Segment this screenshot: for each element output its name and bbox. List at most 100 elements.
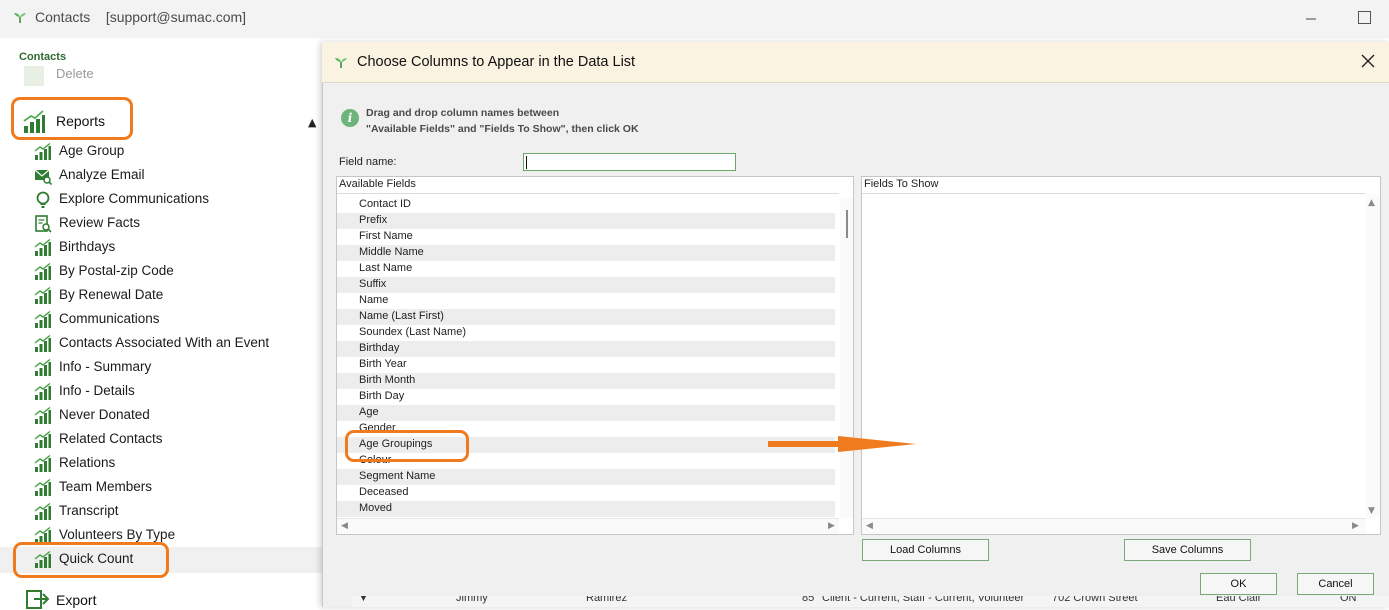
report-item-label: Analyze Email	[59, 167, 145, 182]
report-item-label: Volunteers By Type	[59, 527, 176, 542]
field-row-label: Soundex (Last Name)	[359, 326, 466, 338]
field-row-label: Name	[359, 294, 389, 306]
field-row[interactable]: Age	[337, 405, 835, 421]
reports-highlight	[11, 97, 133, 140]
bar-chart-icon	[34, 455, 51, 472]
report-item[interactable]: Info - Summary	[34, 356, 320, 380]
close-icon[interactable]	[1360, 53, 1376, 69]
bar-chart-icon	[34, 479, 51, 496]
export-action[interactable]: Export	[56, 592, 96, 608]
report-item[interactable]: Info - Details	[34, 380, 320, 404]
save-columns-button[interactable]: Save Columns	[1124, 539, 1251, 561]
report-item[interactable]: Communications	[34, 308, 320, 332]
bar-chart-icon	[34, 503, 51, 520]
field-row[interactable]: Birthday	[337, 341, 835, 357]
table-cell: ON	[1340, 596, 1357, 604]
bar-chart-icon	[34, 383, 51, 400]
bar-chart-icon	[34, 287, 51, 304]
email-search-icon	[34, 169, 52, 185]
cancel-button[interactable]: Cancel	[1297, 573, 1374, 595]
bar-chart-icon	[34, 239, 51, 256]
report-item[interactable]: By Postal-zip Code	[34, 260, 320, 284]
info-icon: i	[341, 109, 359, 127]
field-row[interactable]: Last Name	[337, 261, 835, 277]
maximize-icon[interactable]	[1358, 11, 1371, 24]
bar-chart-icon	[34, 335, 51, 352]
horizontal-scrollbar[interactable]	[337, 518, 839, 534]
scroll-right-icon[interactable]: ▶	[1352, 521, 1359, 531]
report-item[interactable]: Contacts Associated With an Event	[34, 332, 320, 356]
scroll-up-icon[interactable]: ▲	[1368, 198, 1375, 208]
report-item[interactable]: Explore Communications	[34, 188, 320, 212]
field-row[interactable]: Segment Name	[337, 469, 835, 485]
scroll-left-icon[interactable]: ◀	[341, 521, 348, 531]
field-name-input[interactable]	[523, 153, 736, 171]
scroll-right-icon[interactable]: ▶	[828, 521, 835, 531]
load-columns-button[interactable]: Load Columns	[862, 539, 989, 561]
report-item[interactable]: Related Contacts	[34, 428, 320, 452]
minimize-icon[interactable]	[1296, 10, 1326, 28]
field-row[interactable]: Middle Name	[337, 245, 835, 261]
field-row[interactable]: Birth Year	[337, 357, 835, 373]
bar-chart-icon	[34, 311, 51, 328]
field-row[interactable]: Name	[337, 293, 835, 309]
report-item[interactable]: Transcript	[34, 500, 320, 524]
chevron-up-icon[interactable]: ▲	[308, 116, 316, 129]
field-row[interactable]: Contact ID	[337, 197, 835, 213]
report-item-label: By Postal-zip Code	[59, 263, 174, 278]
report-item-label: Birthdays	[59, 239, 116, 254]
bar-chart-icon	[34, 359, 51, 376]
field-row[interactable]: Prefix	[337, 213, 835, 229]
field-row-label: Suffix	[359, 278, 387, 290]
field-row-label: Age	[359, 406, 379, 418]
field-row[interactable]: Birth Day	[337, 389, 835, 405]
field-row-label: Prefix	[359, 214, 388, 226]
bar-chart-icon	[34, 407, 51, 424]
background-table-row: ▼ Jimmy Ramirez 85 Client - Current, Sta…	[352, 596, 1389, 607]
field-row[interactable]: Birth Month	[337, 373, 835, 389]
field-row-label: Segment Name	[359, 470, 436, 482]
field-row-label: First Name	[359, 230, 413, 242]
ok-button[interactable]: OK	[1200, 573, 1277, 595]
field-row[interactable]: Deceased	[337, 485, 835, 501]
document-search-icon	[35, 215, 52, 233]
field-row[interactable]: Name (Last First)	[337, 309, 835, 325]
report-item-label: Explore Communications	[59, 191, 210, 206]
report-item[interactable]: Birthdays	[34, 236, 320, 260]
field-row-label: Middle Name	[359, 246, 424, 258]
report-item-label: Team Members	[59, 479, 153, 494]
horizontal-scrollbar[interactable]	[862, 518, 1366, 534]
field-row[interactable]: First Name	[337, 229, 835, 245]
scroll-down-icon[interactable]: ▼	[1368, 506, 1375, 516]
report-item-label: Review Facts	[59, 215, 141, 230]
vertical-scrollbar[interactable]	[1366, 194, 1380, 518]
report-item[interactable]: Review Facts	[34, 212, 320, 236]
dialog-title: Choose Columns to Appear in the Data Lis…	[357, 54, 636, 70]
delete-action[interactable]: Delete	[56, 66, 94, 81]
quick-count-highlight	[13, 542, 169, 578]
age-groupings-highlight	[345, 430, 469, 462]
report-item[interactable]: Age Group	[34, 140, 320, 164]
table-cell: Jimmy	[456, 596, 488, 604]
report-item[interactable]: By Renewal Date	[34, 284, 320, 308]
field-row[interactable]: Suffix	[337, 277, 835, 293]
report-item-label: Contacts Associated With an Event	[59, 335, 270, 350]
field-row[interactable]: Moved	[337, 501, 835, 517]
report-item[interactable]: Team Members	[34, 476, 320, 500]
vertical-scrollbar[interactable]	[840, 198, 853, 518]
sumac-logo-icon	[14, 13, 26, 23]
table-cell: 85	[802, 596, 815, 604]
field-row[interactable]: Soundex (Last Name)	[337, 325, 835, 341]
report-item[interactable]: Never Donated	[34, 404, 320, 428]
field-name-label: Field name:	[339, 156, 397, 168]
field-row-label: Birth Day	[359, 390, 405, 402]
report-item[interactable]: Relations	[34, 452, 320, 476]
scroll-left-icon[interactable]: ◀	[866, 521, 873, 531]
scrollbar-thumb[interactable]	[846, 210, 848, 238]
fields-to-show-list[interactable]	[861, 176, 1381, 535]
report-item-label: Never Donated	[59, 407, 150, 422]
report-item[interactable]: Analyze Email	[34, 164, 320, 188]
report-item-label: By Renewal Date	[59, 287, 164, 302]
instructions-line-2: "Available Fields" and "Fields To Show",…	[366, 123, 639, 135]
field-row-label: Name (Last First)	[359, 310, 444, 322]
